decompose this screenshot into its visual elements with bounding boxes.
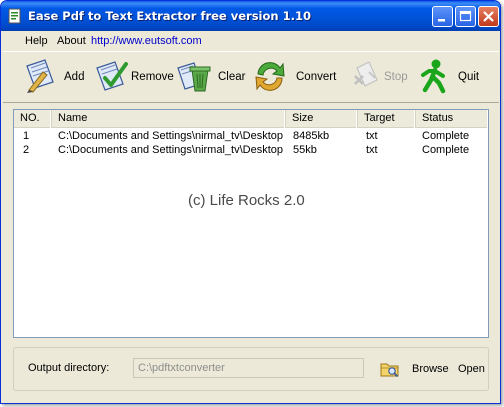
close-icon — [483, 11, 494, 22]
column-header-name[interactable]: Name — [52, 110, 286, 128]
title-bar[interactable]: Ease Pdf to Text Extractor free version … — [1, 1, 500, 31]
quit-button[interactable]: Quit — [417, 58, 481, 96]
stop-label: Stop — [384, 71, 408, 83]
table-row[interactable]: 1 C:\Documents and Settings\nirmal_tv\De… — [14, 129, 488, 143]
menu-bar: Help About http://www.eutsoft.com — [1, 31, 500, 51]
clear-label: Clear — [218, 71, 246, 83]
output-directory-field[interactable] — [133, 358, 364, 378]
menu-about[interactable]: About — [57, 35, 86, 47]
row-number: 1 — [23, 130, 30, 142]
menu-help[interactable]: Help — [25, 35, 48, 47]
convert-button[interactable]: Convert — [252, 58, 336, 96]
app-icon — [8, 8, 21, 24]
table-row[interactable]: 2 C:\Documents and Settings\nirmal_tv\De… — [14, 143, 488, 157]
row-status: Complete — [422, 130, 470, 142]
stop-icon — [354, 61, 378, 87]
row-status: Complete — [422, 144, 470, 156]
column-header-no[interactable]: NO. — [14, 110, 52, 128]
column-header-status[interactable]: Status — [416, 110, 488, 128]
add-button[interactable]: Add — [21, 58, 87, 96]
row-name: C:\Documents and Settings\nirmal_tv\Desk… — [58, 144, 284, 156]
app-window: Ease Pdf to Text Extractor free version … — [0, 0, 501, 404]
clear-button[interactable]: Clear — [175, 58, 245, 96]
minimize-button[interactable] — [432, 6, 453, 27]
stop-button[interactable]: Stop — [349, 58, 413, 96]
folder-icon[interactable] — [380, 359, 400, 379]
file-list[interactable]: NO. Name Size Target Status 1 C:\Documen… — [13, 109, 489, 338]
column-header-target[interactable]: Target — [358, 110, 416, 128]
list-header: NO. Name Size Target Status — [14, 110, 488, 128]
clear-icon — [177, 62, 211, 92]
maximize-button[interactable] — [455, 6, 476, 27]
minimize-icon — [438, 19, 445, 22]
add-label: Add — [64, 71, 85, 83]
row-size: 8485kb — [293, 130, 330, 142]
browse-button[interactable]: Browse — [412, 363, 449, 375]
row-target: txt — [366, 144, 378, 156]
website-link[interactable]: http://www.eutsoft.com — [91, 35, 202, 47]
close-button[interactable] — [478, 6, 499, 27]
row-size: 55kb — [293, 144, 317, 156]
remove-label: Remove — [131, 71, 174, 83]
column-header-size[interactable]: Size — [286, 110, 358, 128]
output-directory-group: Output directory: Browse Open — [13, 347, 489, 391]
open-button[interactable]: Open — [458, 363, 485, 375]
quit-label: Quit — [458, 71, 480, 83]
convert-icon — [255, 62, 285, 91]
row-name: C:\Documents and Settings\nirmal_tv\Desk… — [58, 130, 284, 142]
row-target: txt — [366, 130, 378, 142]
output-directory-label: Output directory: — [28, 362, 110, 374]
toolbar: Add Remove Clear Convert Stop Quit — [3, 51, 499, 103]
row-number: 2 — [23, 144, 30, 156]
quit-icon — [421, 59, 446, 94]
remove-icon — [96, 61, 128, 91]
window-title: Ease Pdf to Text Extractor free version … — [28, 9, 311, 23]
add-icon — [26, 59, 54, 93]
maximize-icon — [459, 10, 472, 22]
convert-label: Convert — [296, 71, 337, 83]
watermark-text: (c) Life Rocks 2.0 — [188, 192, 305, 209]
remove-button[interactable]: Remove — [93, 58, 174, 96]
